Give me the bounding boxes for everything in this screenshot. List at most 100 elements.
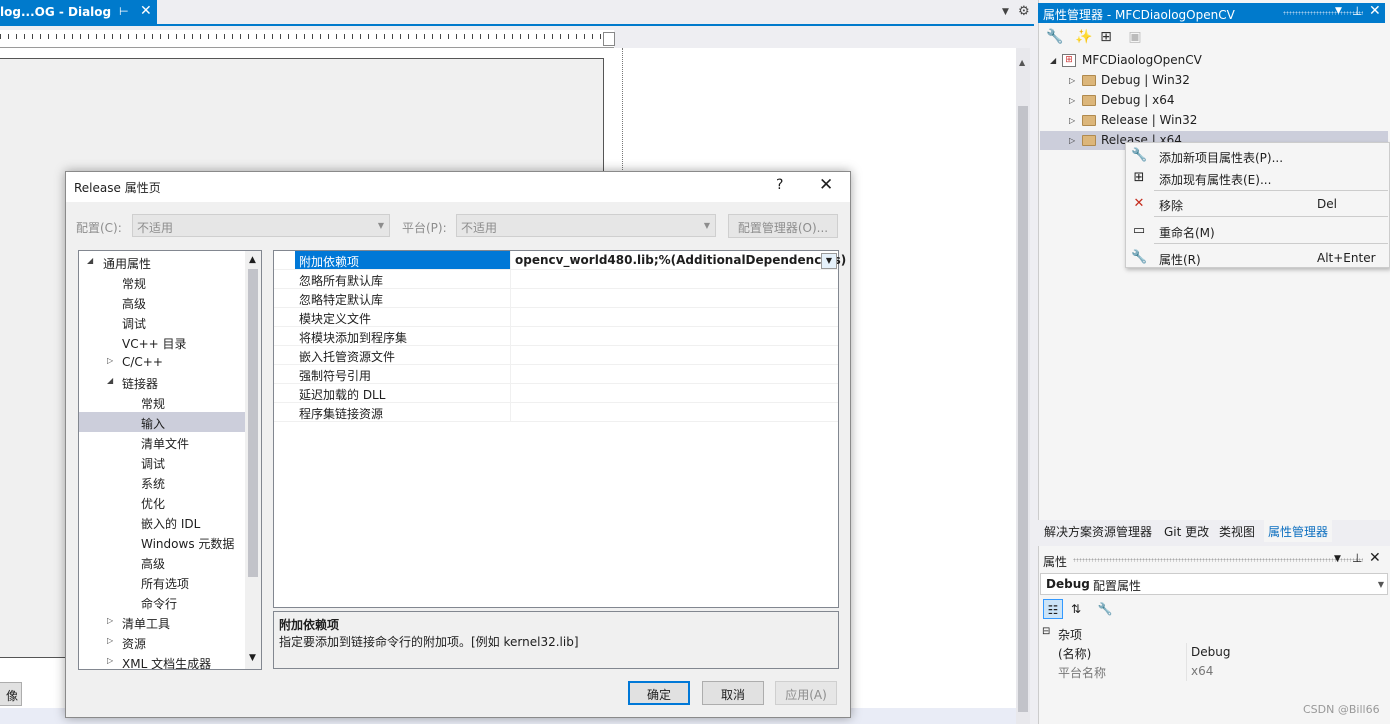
pm-config-node[interactable]: ▷ Debug | Win32: [1040, 71, 1380, 90]
ok-button[interactable]: 确定: [628, 681, 690, 705]
close-tab-icon[interactable]: ✕: [140, 3, 152, 19]
collapsed-arrow-icon[interactable]: ▷: [107, 356, 113, 365]
save-icon[interactable]: ▣: [1125, 27, 1145, 47]
nav-item-windows-metadata[interactable]: Windows 元数据: [79, 532, 245, 552]
tab-list-dropdown-icon[interactable]: ▼: [1002, 7, 1009, 17]
add-new-sheet-icon[interactable]: ✨: [1074, 27, 1094, 47]
nav-tree-scrollbar[interactable]: ▲ ▼: [245, 251, 261, 669]
grid-row-additional-dependencies[interactable]: 附加依赖项 opencv_world480.lib;%(AdditionalDe…: [274, 251, 846, 270]
alphabetical-sort-icon[interactable]: ⇅: [1066, 599, 1086, 619]
add-existing-sheet-icon[interactable]: ⊞: [1096, 27, 1116, 47]
config-combo[interactable]: 不适用 ▼: [132, 214, 390, 237]
menu-item-remove[interactable]: ✕ 移除 Del: [1126, 193, 1390, 215]
expanded-arrow-icon[interactable]: ◢: [1050, 56, 1056, 65]
collapsed-arrow-icon[interactable]: ▷: [1069, 76, 1075, 85]
grid-row[interactable]: 强制符号引用: [274, 365, 838, 384]
grid-property-value[interactable]: [510, 327, 838, 345]
grid-row[interactable]: 程序集链接资源: [274, 403, 838, 422]
scroll-up-icon[interactable]: ▲: [249, 255, 256, 265]
collapsed-arrow-icon[interactable]: ▷: [107, 636, 113, 645]
pm-config-node[interactable]: ▷ Release | Win32: [1040, 111, 1380, 130]
grid-row[interactable]: 模块定义文件: [274, 308, 838, 327]
tab-solution-explorer[interactable]: 解决方案资源管理器: [1044, 523, 1152, 540]
tab-git-changes[interactable]: Git 更改: [1164, 523, 1209, 540]
nav-item-system[interactable]: 系统: [79, 472, 245, 492]
nav-item-manifest-tool[interactable]: ▷ 清单工具: [79, 612, 245, 632]
expanded-arrow-icon[interactable]: ◢: [107, 376, 113, 385]
collapsed-arrow-icon[interactable]: ▷: [1069, 116, 1075, 125]
tab-class-view[interactable]: 类视图: [1219, 523, 1255, 540]
wrench-icon[interactable]: 🔧: [1095, 599, 1115, 619]
cancel-button[interactable]: 取消: [702, 681, 764, 705]
nav-item-embedded-idl[interactable]: 嵌入的 IDL: [79, 512, 245, 532]
grid-row[interactable]: 忽略所有默认库: [274, 270, 838, 289]
scroll-up-icon[interactable]: ▲: [1019, 58, 1025, 67]
document-tab-dialog[interactable]: log...OG - Dialog ⊢ ✕: [0, 0, 157, 24]
help-icon[interactable]: ?: [776, 177, 783, 193]
collapse-icon[interactable]: ⊟: [1042, 626, 1050, 637]
tab-property-manager[interactable]: 属性管理器: [1264, 520, 1333, 542]
menu-item-rename[interactable]: ▭ 重命名(M): [1126, 220, 1390, 242]
nav-item-cpp[interactable]: ▷ C/C++: [79, 352, 245, 372]
nav-item-general[interactable]: 常规: [79, 272, 245, 292]
grid-property-value[interactable]: opencv_world480.lib;%(AdditionalDependen…: [510, 251, 846, 269]
grid-row[interactable]: 将模块添加到程序集: [274, 327, 838, 346]
nav-item-debugging[interactable]: 调试: [79, 312, 245, 332]
editor-vertical-scrollbar[interactable]: ▲: [1016, 48, 1030, 724]
nav-item-manifest-file[interactable]: 清单文件: [79, 432, 245, 452]
grid-property-value[interactable]: [510, 270, 838, 288]
property-row[interactable]: 平台名称 x64: [1040, 662, 1385, 681]
scrollbar-thumb[interactable]: [1018, 106, 1028, 712]
ruler-handle[interactable]: [603, 32, 615, 46]
collapsed-arrow-icon[interactable]: ▷: [1069, 136, 1075, 145]
grid-property-value[interactable]: [510, 308, 838, 326]
property-row[interactable]: (名称) Debug: [1040, 643, 1385, 662]
nav-item-resources[interactable]: ▷ 资源: [79, 632, 245, 652]
scroll-down-icon[interactable]: ▼: [249, 653, 256, 663]
platform-combo[interactable]: 不适用 ▼: [456, 214, 716, 237]
grid-row[interactable]: 嵌入托管资源文件: [274, 346, 838, 365]
pin-icon[interactable]: ⊥: [1352, 551, 1362, 565]
menu-item-add-new-property-sheet[interactable]: 🔧 添加新项目属性表(P)...: [1126, 145, 1390, 167]
nav-item-optimization[interactable]: 优化: [79, 492, 245, 512]
close-icon[interactable]: ✕: [819, 175, 833, 195]
nav-item-common-properties[interactable]: ◢ 通用属性: [79, 252, 245, 272]
categorized-icon[interactable]: ☷: [1043, 599, 1063, 619]
grid-property-value[interactable]: [510, 384, 838, 402]
nav-item-linker-general[interactable]: 常规: [79, 392, 245, 412]
titlebar-grip[interactable]: [1073, 558, 1363, 562]
pm-root-node[interactable]: ◢ ⊞ MFCDiaologOpenCV: [1040, 51, 1380, 70]
wrench-icon[interactable]: 🔧: [1045, 27, 1065, 47]
dialog-titlebar[interactable]: [66, 172, 850, 202]
nav-item-linker-debugging[interactable]: 调试: [79, 452, 245, 472]
pin-icon[interactable]: ⊥: [1352, 4, 1362, 18]
object-selector-dropdown[interactable]: Debug 配置属性 ▼: [1040, 573, 1388, 595]
property-category[interactable]: ⊟ 杂项: [1040, 624, 1385, 643]
grid-property-value[interactable]: [510, 365, 838, 383]
window-position-dropdown-icon[interactable]: ▼: [1334, 554, 1341, 564]
collapsed-arrow-icon[interactable]: ▷: [1069, 96, 1075, 105]
nav-item-linker-advanced[interactable]: 高级: [79, 552, 245, 572]
window-position-dropdown-icon[interactable]: ▼: [1335, 6, 1342, 16]
titlebar-grip[interactable]: [1283, 11, 1363, 15]
grid-row[interactable]: 忽略特定默认库: [274, 289, 838, 308]
collapsed-arrow-icon[interactable]: ▷: [107, 616, 113, 625]
menu-item-properties[interactable]: 🔧 属性(R) Alt+Enter: [1126, 247, 1390, 269]
nav-item-command-line[interactable]: 命令行: [79, 592, 245, 612]
grid-row[interactable]: 延迟加载的 DLL: [274, 384, 838, 403]
menu-item-add-existing-property-sheet[interactable]: ⊞ 添加现有属性表(E)...: [1126, 167, 1390, 189]
chevron-down-icon[interactable]: ▼: [821, 253, 837, 269]
expanded-arrow-icon[interactable]: ◢: [87, 256, 93, 265]
grid-property-value[interactable]: [510, 289, 838, 307]
close-icon[interactable]: ✕: [1369, 550, 1381, 566]
nav-item-xml-doc-generator[interactable]: ▷ XML 文档生成器: [79, 652, 245, 669]
close-icon[interactable]: ✕: [1369, 3, 1381, 19]
grid-property-value[interactable]: [510, 346, 838, 364]
scrollbar-thumb[interactable]: [248, 269, 258, 577]
nav-item-all-options[interactable]: 所有选项: [79, 572, 245, 592]
pm-config-node[interactable]: ▷ Debug | x64: [1040, 91, 1380, 110]
grid-property-value[interactable]: [510, 403, 838, 421]
design-image-button[interactable]: 像: [0, 682, 22, 706]
configuration-manager-button[interactable]: 配置管理器(O)...: [728, 214, 838, 238]
gear-icon[interactable]: ⚙: [1018, 4, 1030, 19]
